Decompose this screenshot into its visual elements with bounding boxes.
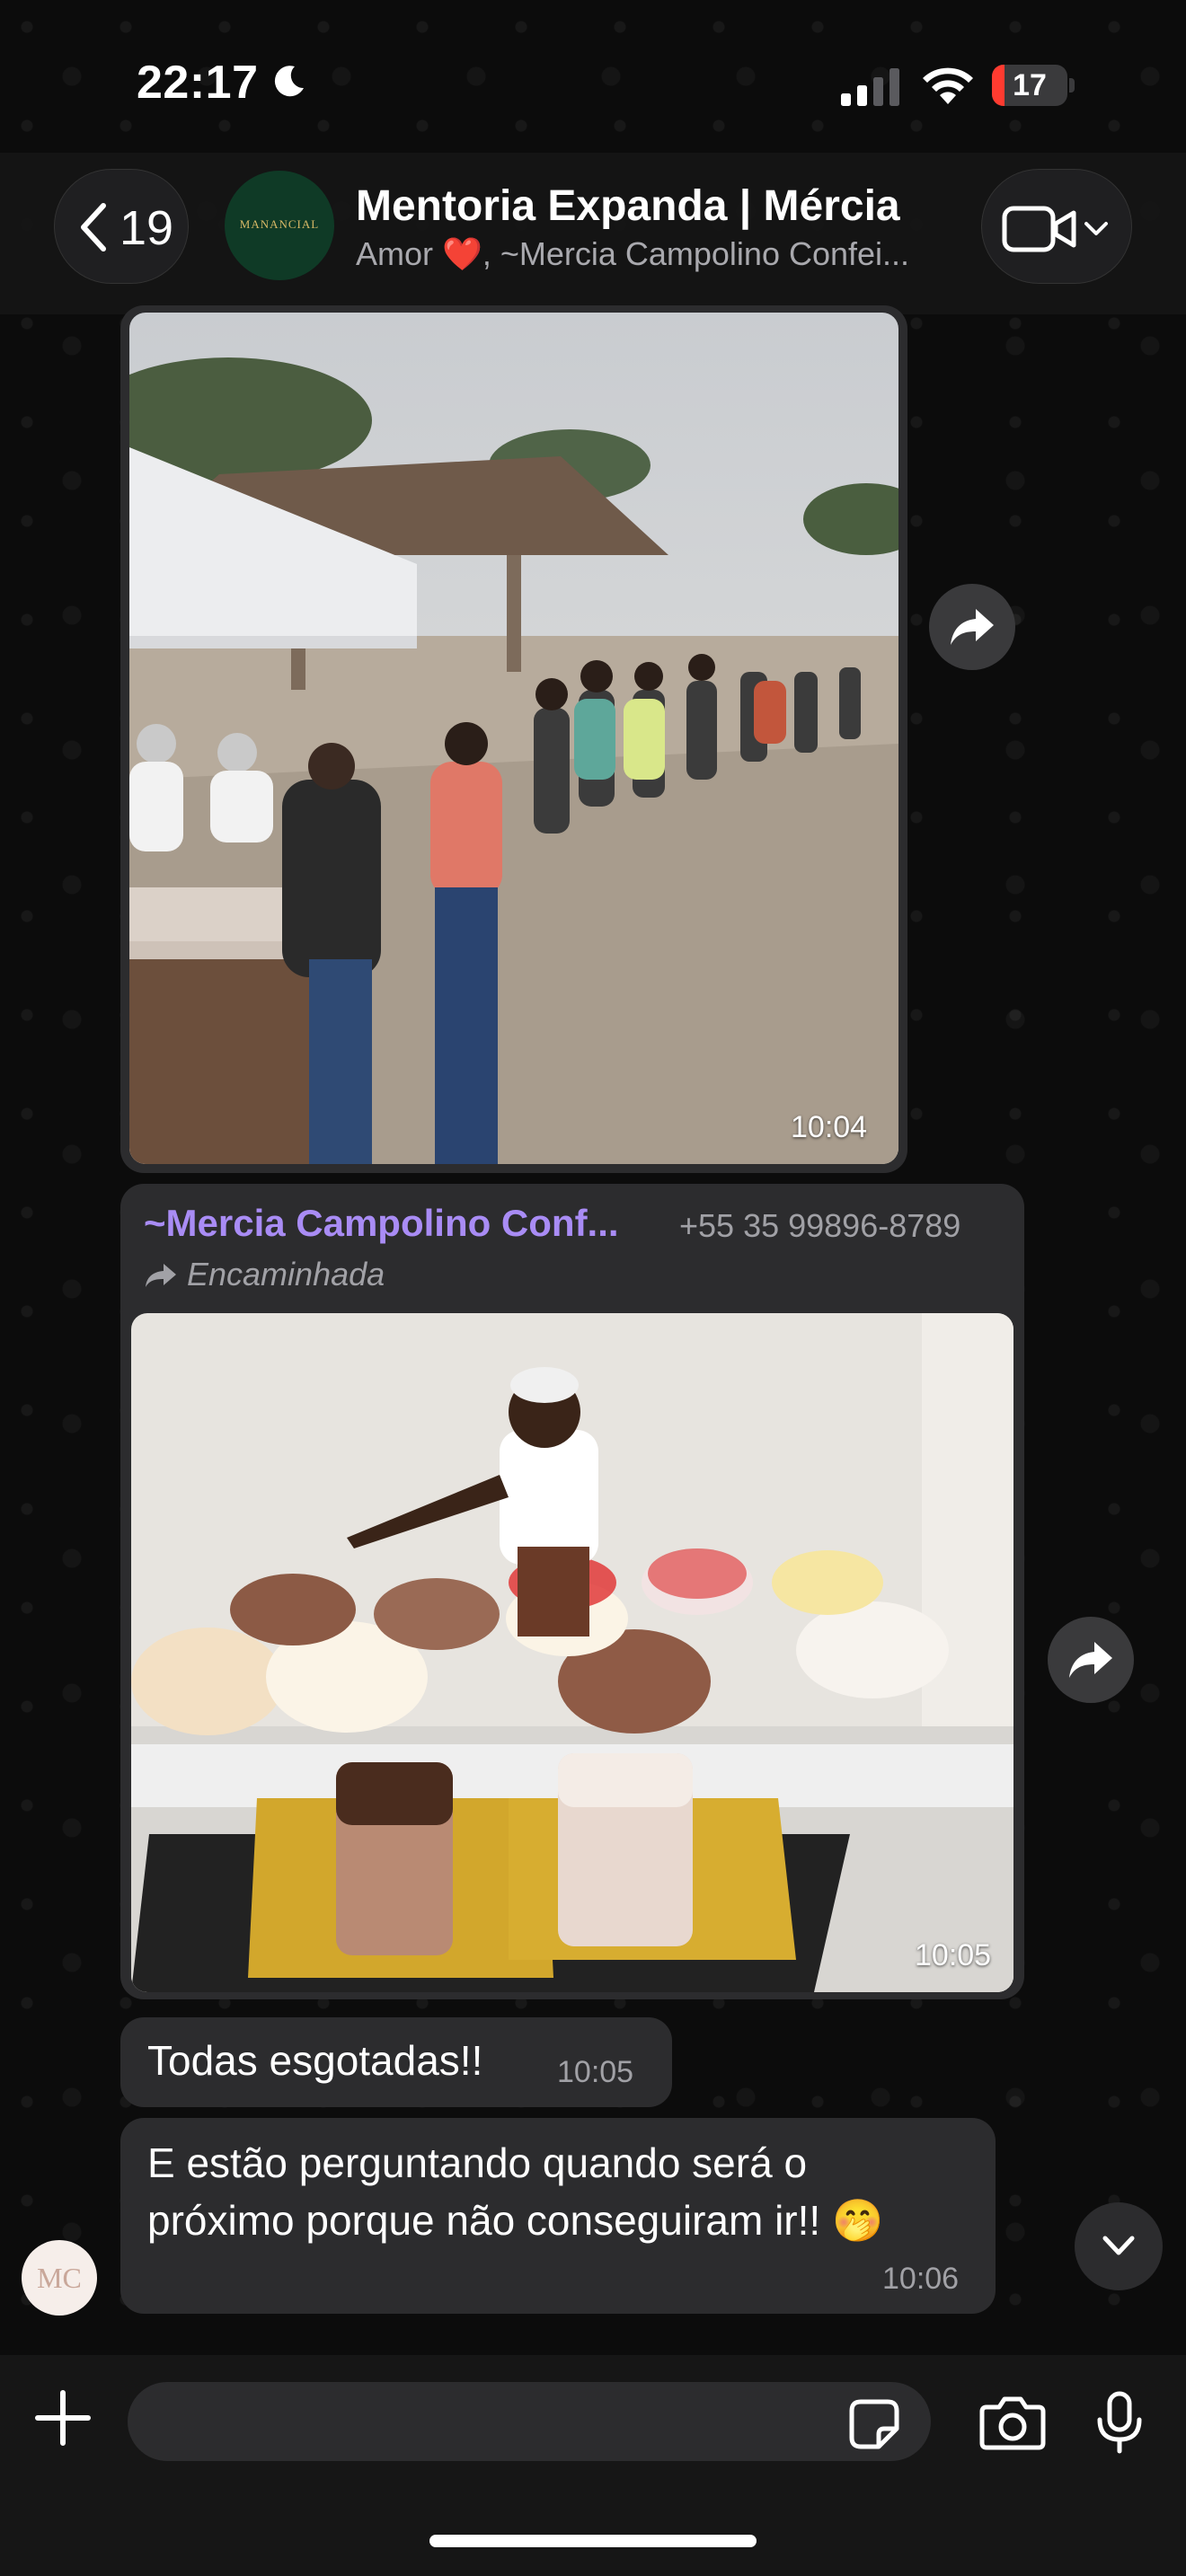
message-text: Todas esgotadas!! xyxy=(147,2037,483,2084)
sender-name[interactable]: ~Mercia Campolino Conf... xyxy=(144,1202,619,1245)
chevron-down-icon xyxy=(1084,222,1108,235)
chevron-down-icon xyxy=(1102,2236,1135,2255)
image-message[interactable]: 10:04 xyxy=(120,305,907,1173)
forwarded-image-message[interactable]: ~Mercia Campolino Conf... +55 35 99896-8… xyxy=(120,1184,1024,1999)
sticker-icon[interactable] xyxy=(848,2398,900,2450)
battery-cap xyxy=(1069,78,1075,93)
microphone-icon[interactable] xyxy=(1093,2391,1146,2454)
message-timestamp: 10:05 xyxy=(557,2055,634,2089)
video-call-button[interactable] xyxy=(981,169,1132,284)
battery-percentage: 17 xyxy=(1013,68,1047,102)
group-avatar-logo: MANANCIAL xyxy=(239,217,320,231)
unread-count: 19 xyxy=(119,201,174,255)
message-timestamp: 10:06 xyxy=(882,2262,960,2296)
sender-avatar-initials: MC xyxy=(37,2262,82,2294)
photo-crowd-queue[interactable]: 10:04 xyxy=(129,313,898,1164)
message-input-bar xyxy=(0,2355,1186,2576)
cellular-signal-icon xyxy=(841,68,899,106)
text-message[interactable]: Todas esgotadas!! 10:05 xyxy=(120,2017,672,2107)
battery-body: 17 xyxy=(992,65,1067,106)
scroll-to-bottom-button[interactable] xyxy=(1075,2202,1163,2290)
chat-subtitle[interactable]: Amor ❤️, ~Mercia Campolino Confei... xyxy=(356,235,949,273)
plus-icon[interactable] xyxy=(32,2387,93,2448)
message-timestamp: 10:05 xyxy=(915,1938,992,1972)
chevron-left-icon xyxy=(81,203,106,251)
forwarded-label: Encaminhada xyxy=(144,1256,385,1293)
text-message[interactable]: E estão perguntando quando será o próxim… xyxy=(120,2118,996,2314)
photo-cakes-illustration xyxy=(131,1313,1013,1992)
status-time: 22:17 xyxy=(137,57,259,109)
chat-header: 19 MANANCIAL Mentoria Expanda | Mércia A… xyxy=(0,153,1186,314)
back-button[interactable]: 19 xyxy=(54,169,189,284)
message-input[interactable] xyxy=(128,2382,931,2461)
home-indicator xyxy=(429,2535,757,2547)
chat-title[interactable]: Mentoria Expanda | Mércia xyxy=(356,181,900,231)
message-text-line-2: próximo porque não conseguiram ir!! 🤭 xyxy=(147,2197,884,2244)
forwarded-text: Encaminhada xyxy=(187,1256,385,1292)
moon-icon xyxy=(274,66,304,97)
forwarded-arrow-icon xyxy=(146,1264,176,1287)
sender-phone[interactable]: +55 35 99896-8789 xyxy=(679,1207,960,1245)
message-text-line-1: E estão perguntando quando será o xyxy=(147,2139,808,2186)
sender-avatar[interactable]: MC xyxy=(22,2240,97,2316)
forward-arrow-icon xyxy=(1069,1642,1112,1678)
photo-crowd-illustration xyxy=(129,313,898,1164)
message-timestamp: 10:04 xyxy=(791,1110,868,1144)
photo-cakes[interactable]: 10:05 xyxy=(131,1313,1013,1992)
wifi-icon xyxy=(923,67,973,104)
forward-button[interactable] xyxy=(1048,1617,1134,1703)
group-avatar[interactable]: MANANCIAL xyxy=(225,171,334,280)
forward-arrow-icon xyxy=(951,609,994,645)
status-bar: 22:17 17 xyxy=(0,0,1186,171)
camera-icon[interactable] xyxy=(979,2395,1046,2450)
battery-icon: 17 xyxy=(992,65,1075,106)
forward-button[interactable] xyxy=(929,584,1015,670)
video-camera-icon xyxy=(1002,206,1076,252)
